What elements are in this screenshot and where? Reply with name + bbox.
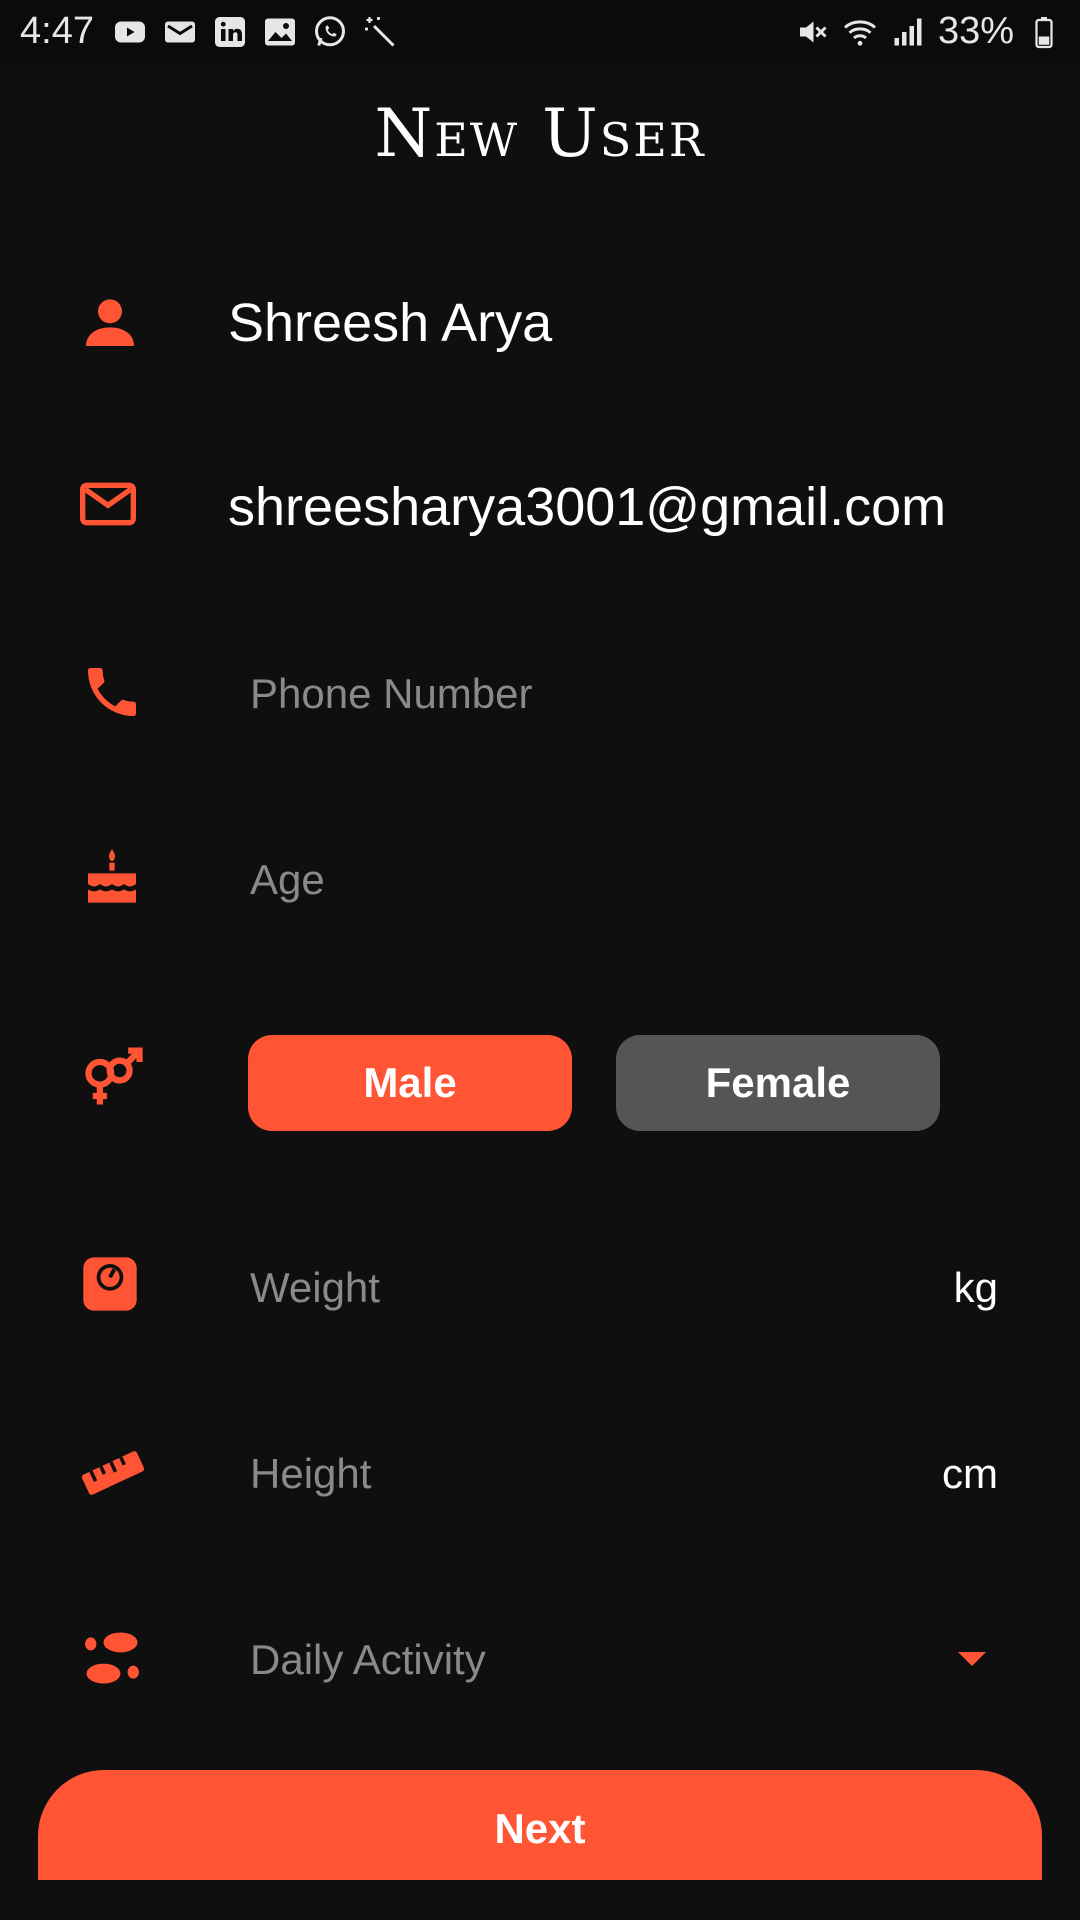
gender-icon xyxy=(85,1047,143,1105)
dropdown-arrow-icon[interactable] xyxy=(958,1652,986,1668)
weight-input[interactable]: Weight xyxy=(250,1264,380,1312)
gender-male-label: Male xyxy=(363,1059,457,1106)
weight-row[interactable]: Weight kg xyxy=(0,1226,1080,1346)
activity-select[interactable]: Daily Activity xyxy=(250,1636,486,1684)
notification-icons xyxy=(112,14,398,50)
whatsapp-icon xyxy=(315,16,345,47)
wifi-icon xyxy=(843,19,876,46)
activity-row[interactable]: Daily Activity xyxy=(0,1598,1080,1718)
magic-wand-icon xyxy=(365,17,395,47)
bottom-strip xyxy=(0,1880,1080,1920)
next-button-label: Next xyxy=(494,1805,586,1852)
phone-input[interactable]: Phone Number xyxy=(250,670,533,718)
linkedin-icon xyxy=(215,17,245,47)
mute-icon xyxy=(799,21,827,42)
page-title: New User xyxy=(374,95,706,172)
height-row[interactable]: Height cm xyxy=(0,1412,1080,1532)
gmail-icon xyxy=(165,21,195,43)
battery-icon xyxy=(1035,16,1053,48)
battery-percentage: 33% xyxy=(937,10,1014,52)
phone-icon xyxy=(88,668,136,716)
age-row[interactable]: Age xyxy=(0,818,1080,938)
status-bar: 4:47 33% xyxy=(0,0,1080,64)
mail-icon xyxy=(80,482,136,526)
cake-icon xyxy=(88,849,136,903)
gender-male-button[interactable]: Male xyxy=(248,1035,572,1131)
height-unit: cm xyxy=(942,1450,998,1497)
age-input[interactable]: Age xyxy=(250,856,325,904)
name-row[interactable]: Shreesh Arya xyxy=(0,262,1080,382)
gallery-icon xyxy=(265,18,295,46)
person-icon xyxy=(86,299,134,346)
gender-female-button[interactable]: Female xyxy=(616,1035,940,1131)
height-input[interactable]: Height xyxy=(250,1450,371,1498)
ruler-icon xyxy=(81,1451,145,1495)
name-input[interactable]: Shreesh Arya xyxy=(228,292,552,354)
footsteps-icon xyxy=(85,1632,139,1684)
scale-icon xyxy=(83,1257,137,1311)
phone-row[interactable]: Phone Number xyxy=(0,632,1080,752)
youtube-icon xyxy=(115,21,145,43)
email-input[interactable]: shreesharya3001@gmail.com xyxy=(228,476,946,538)
status-time: 4:47 xyxy=(20,10,94,52)
email-row[interactable]: shreesharya3001@gmail.com xyxy=(0,446,1080,566)
signal-icon xyxy=(894,18,922,45)
gender-female-label: Female xyxy=(705,1059,851,1106)
system-icons: 33% xyxy=(794,10,1062,53)
weight-unit: kg xyxy=(953,1264,998,1311)
